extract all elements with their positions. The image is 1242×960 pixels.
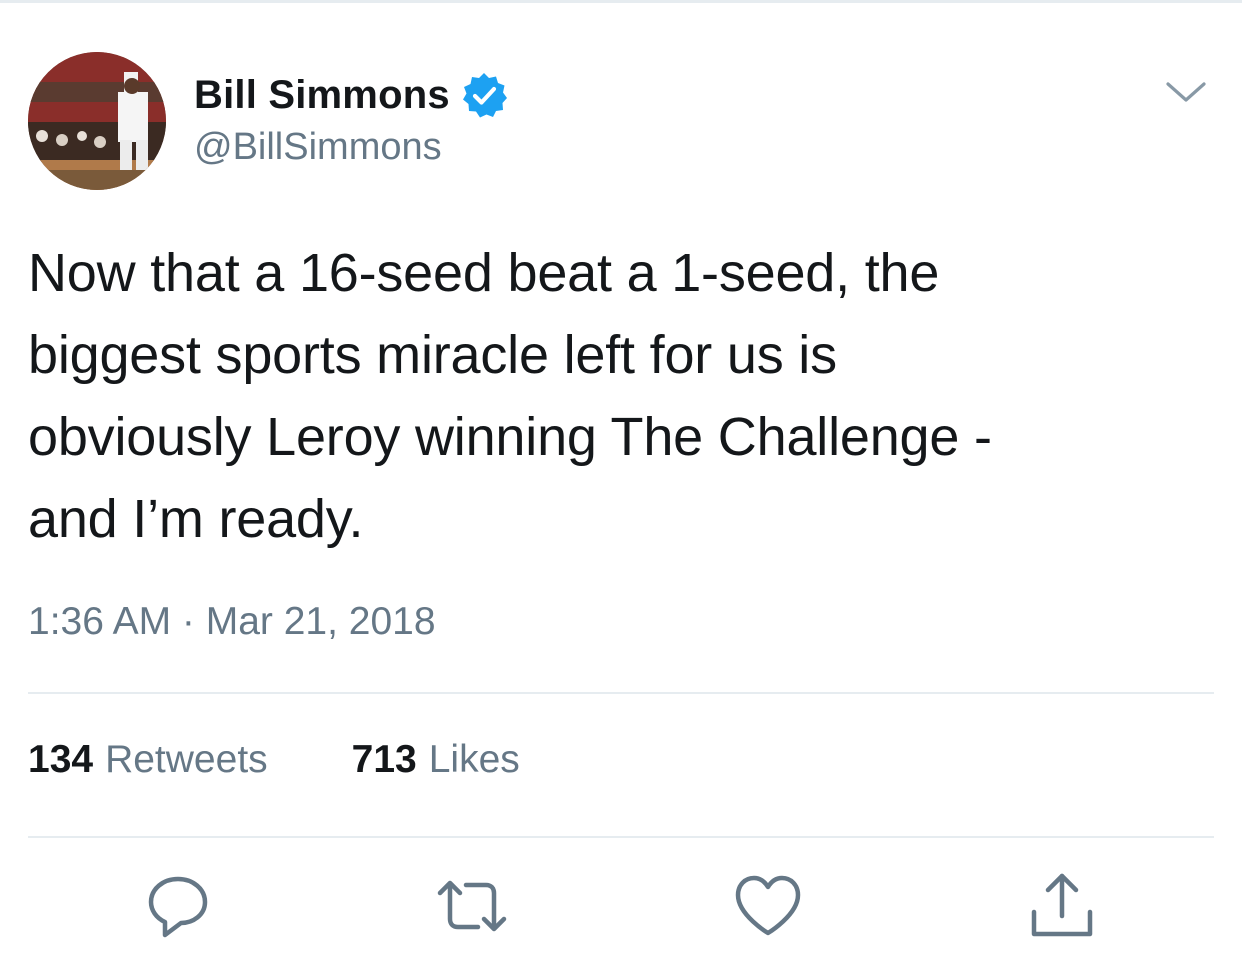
reply-icon (148, 876, 208, 938)
more-options-button[interactable] (1162, 74, 1210, 110)
retweets-label: Retweets (105, 738, 268, 781)
share-button[interactable] (1022, 866, 1102, 946)
tweet-timestamp[interactable]: 1:36 AM · Mar 21, 2018 (28, 600, 436, 644)
top-divider (0, 0, 1242, 3)
like-button[interactable] (728, 866, 808, 946)
retweet-button[interactable] (432, 866, 512, 946)
likes-stat[interactable]: 713 Likes (352, 738, 520, 782)
retweet-icon (437, 880, 507, 932)
tweet-header: Bill Simmons @BillSimmons (28, 52, 1214, 192)
author-avatar[interactable] (28, 52, 166, 190)
retweets-stat[interactable]: 134 Retweets (28, 738, 268, 782)
divider (28, 836, 1214, 838)
author-handle[interactable]: @BillSimmons (194, 126, 508, 169)
avatar-photo-icon (28, 52, 166, 190)
heart-icon (735, 875, 801, 936)
verified-badge-icon (460, 71, 508, 119)
tweet-actions (0, 866, 1242, 946)
author-names: Bill Simmons @BillSimmons (194, 70, 508, 169)
share-icon (1031, 873, 1093, 937)
likes-count: 713 (351, 738, 417, 781)
divider (28, 692, 1214, 694)
author-display-name[interactable]: Bill Simmons (194, 73, 450, 118)
likes-label: Likes (428, 738, 520, 781)
tweet-stats: 134 Retweets 713 Likes (28, 738, 520, 782)
tweet-text: Now that a 16-seed beat a 1-seed, the bi… (28, 243, 992, 549)
retweets-count: 134 (28, 738, 94, 781)
display-name-row: Bill Simmons (194, 70, 508, 120)
reply-button[interactable] (138, 866, 218, 946)
chevron-down-icon (1166, 82, 1206, 102)
